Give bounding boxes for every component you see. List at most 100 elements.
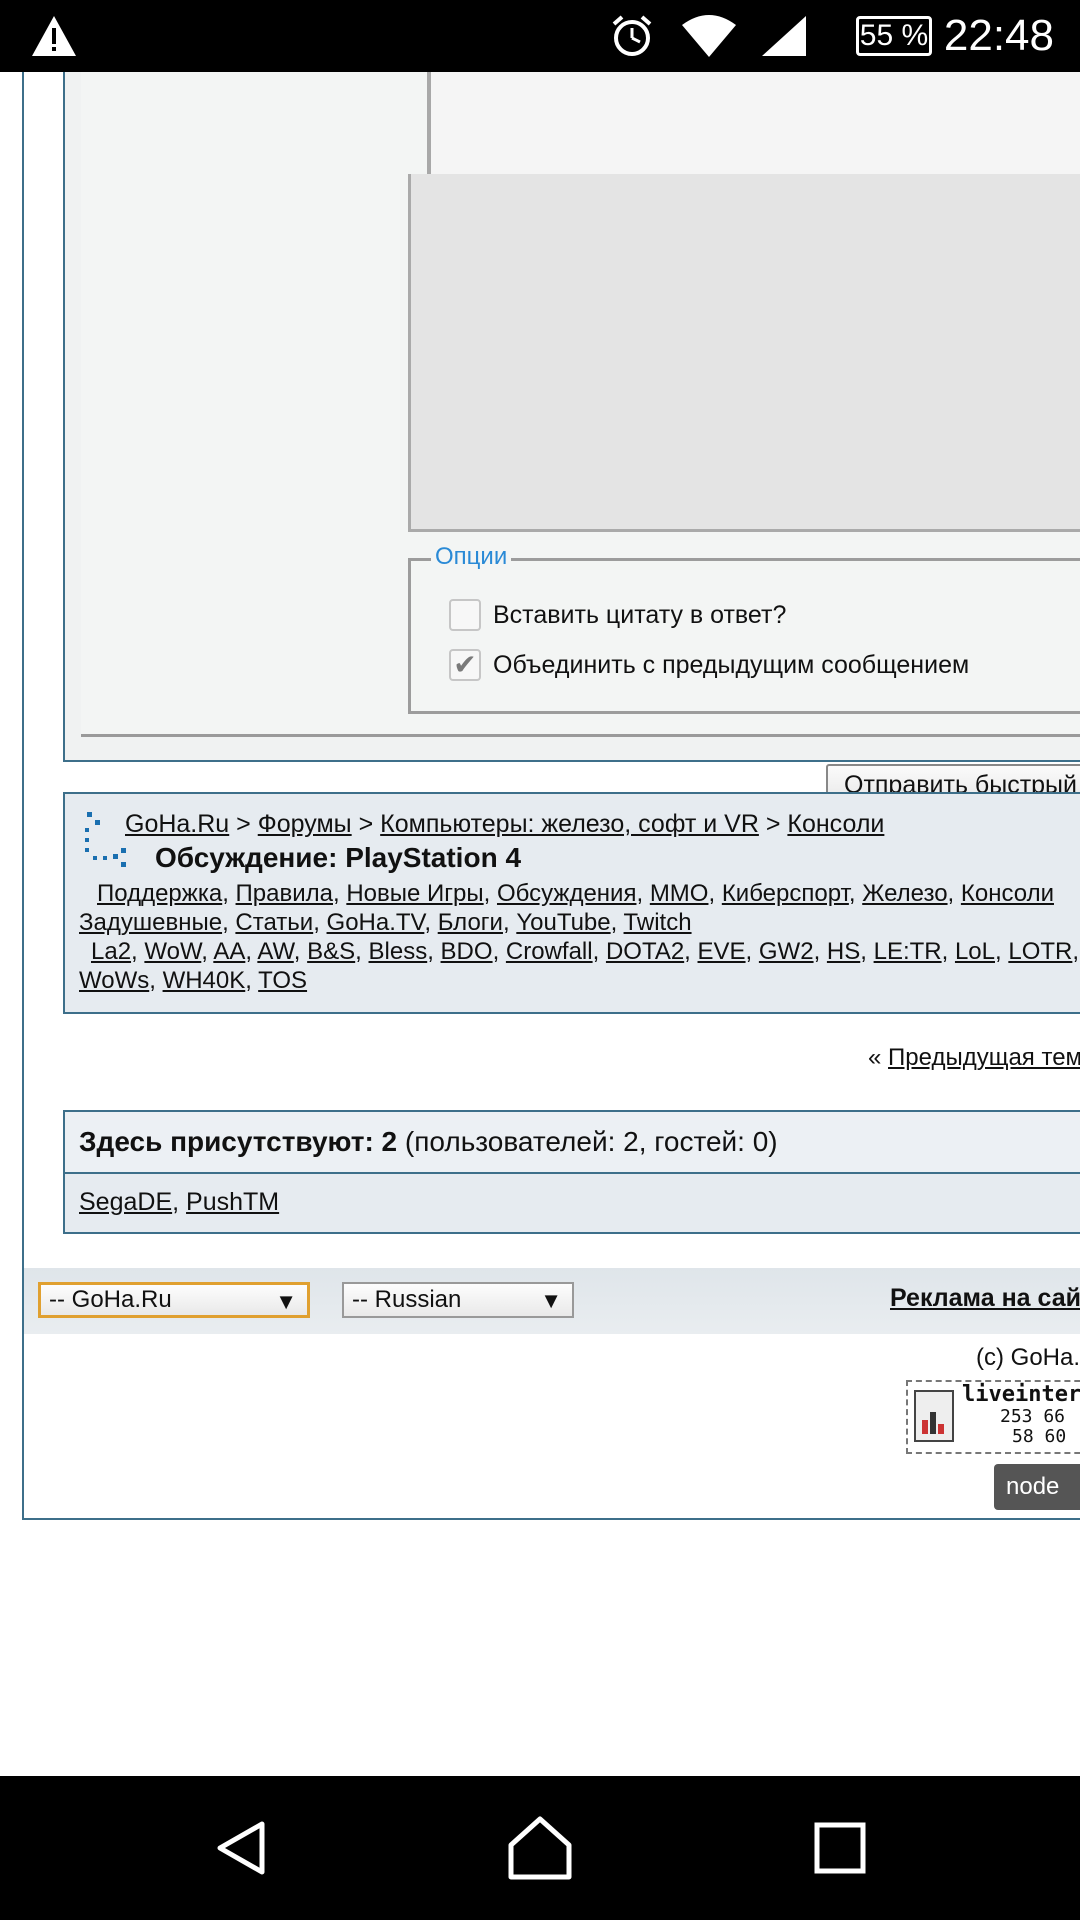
breadcrumb-link[interactable]: Компьютеры: железо, софт и VR [380,810,759,838]
recents-button[interactable] [770,1776,910,1920]
battery-level: 55 % [859,19,929,52]
nav-links-row: Поддержка, Правила, Новые Игры, Обсужден… [97,880,1054,907]
nav-link[interactable]: Правила [236,880,333,907]
nav-link[interactable]: DOTA2 [606,938,684,965]
nav-link[interactable]: HS [827,938,860,965]
online-count: Здесь присутствуют: 2 [79,1126,398,1157]
options-fieldset: Опции Вставить цитату в ответ? ✔ Объедин… [408,543,1080,714]
editor-toolbar-area [427,72,1080,178]
check-icon: ✔ [453,649,477,680]
option-merge-row[interactable]: ✔ Объединить с предыдущим сообщением [449,649,969,681]
breadcrumb-separator: > [765,810,781,838]
breadcrumb-separator: > [358,810,374,838]
breadcrumb-link[interactable]: GoHa.Ru [125,810,229,838]
prev-arrow: « [868,1044,882,1071]
whos-online-header: Здесь присутствуют: 2 (пользователей: 2,… [65,1112,1080,1174]
nav-link[interactable]: YouTube [516,909,610,936]
forum-navbar: GoHa.Ru > Форумы > Компьютеры: железо, с… [63,792,1080,1014]
copyright: (c) GoHa.Ru [976,1344,1080,1371]
nav-link[interactable]: LoL [955,938,995,965]
nav-link[interactable]: LE:TR [874,938,942,965]
counter-brand: liveinternet [962,1382,1080,1407]
home-icon [508,1816,572,1880]
nav-link[interactable]: WoWs [79,967,149,994]
nav-link[interactable]: Консоли [961,880,1054,907]
dropdown-arrow-icon: ▼ [540,1288,562,1313]
quote-checkbox[interactable] [449,599,481,631]
nav-link[interactable]: GoHa.TV [327,909,425,936]
breadcrumb-separator: > [236,810,251,838]
node-badge: node [994,1464,1080,1510]
nav-link[interactable]: Новые Игры [346,880,483,907]
options-legend: Опции [431,543,512,571]
nav-link[interactable]: EVE [698,938,746,965]
nav-link[interactable]: AA [213,938,245,965]
dropdown-arrow-icon: ▼ [275,1289,297,1314]
nav-link[interactable]: MMO [650,880,709,907]
battery-icon: 55 % [856,0,932,72]
nav-link[interactable]: Bless [369,938,428,965]
nav-link[interactable]: GW2 [759,938,814,965]
nav-link[interactable]: BDO [441,938,493,965]
nav-links-row: WoWs, WH40K, TOS [79,967,308,994]
quote-label[interactable]: Вставить цитату в ответ? [493,601,786,630]
style-select[interactable]: -- GoHa.Ru ▼ [38,1282,310,1318]
liveinternet-counter[interactable]: liveinternet 253 66 58 60 [906,1380,1080,1454]
counter-value: 253 66 [1000,1406,1066,1427]
nav-link[interactable]: TOS [258,967,307,994]
back-icon [217,1821,265,1875]
nav-link[interactable]: La2 [91,938,131,965]
warning-icon [30,0,78,72]
web-page[interactable]: Опции Вставить цитату в ответ? ✔ Объедин… [0,72,1080,1776]
quick-reply-box: Опции Вставить цитату в ответ? ✔ Объедин… [63,72,1080,806]
quick-reply-inner: Опции Вставить цитату в ответ? ✔ Объедин… [81,72,1080,737]
nav-links-row: La2, WoW, AA, AW, B&S, Bless, BDO, Crowf… [91,938,1080,965]
option-quote-row[interactable]: Вставить цитату в ответ? [449,599,786,631]
prev-thread-link[interactable]: Предыдущая тема [888,1044,1080,1071]
nav-link[interactable]: Crowfall [506,938,593,965]
nav-link[interactable]: WH40K [163,967,246,994]
counter-chart-icon [914,1390,954,1442]
breadcrumb-link[interactable]: Консоли [787,810,884,838]
merge-label[interactable]: Объединить с предыдущим сообщением [493,651,969,680]
home-button[interactable] [470,1776,610,1920]
system-nav-bar [0,1776,1080,1920]
nav-link[interactable]: Статьи [235,909,313,936]
recents-icon [814,1822,866,1874]
nav-link[interactable]: Киберспорт [722,880,849,907]
nav-link[interactable]: Железо [862,880,947,907]
online-user-link[interactable]: PushTM [186,1188,279,1216]
advertising-link[interactable]: Реклама на сайте [890,1284,1080,1313]
breadcrumb-link[interactable]: Форумы [258,810,352,838]
online-user-list: SegaDE, PushTM [79,1188,280,1216]
counter-value: 58 60 [1012,1426,1067,1447]
signal-icon [760,0,808,72]
nav-link[interactable]: Twitch [624,909,692,936]
style-select-value: -- GoHa.Ru [49,1286,172,1313]
back-button[interactable] [172,1776,312,1920]
online-detail: (пользователей: 2, гостей: 0) [404,1126,778,1157]
message-editor[interactable] [408,174,1080,532]
nav-link[interactable]: Поддержка [97,880,222,907]
prev-thread-nav: « Предыдущая тема [868,1044,1080,1072]
nav-link[interactable]: WoW [144,938,201,965]
clock: 22:48 [943,11,1054,60]
status-bar: 55 % 22:48 [0,0,1080,72]
nav-links-row: Задушевные, Статьи, GoHa.TV, Блоги, YouT… [79,909,692,936]
thread-title: Обсуждение: PlayStation 4 [155,842,522,873]
nav-link[interactable]: LOTR [1008,938,1072,965]
language-select-value: -- Russian [352,1286,462,1313]
nav-link[interactable]: B&S [307,938,355,965]
alarm-icon [610,0,654,72]
footer-bar: -- GoHa.Ru ▼ -- Russian ▼ Реклама на сай… [24,1268,1080,1334]
wifi-icon [680,0,738,72]
whos-online-box: Здесь присутствуют: 2 (пользователей: 2,… [63,1110,1080,1234]
merge-checkbox[interactable]: ✔ [449,649,481,681]
nav-link[interactable]: Обсуждения [497,880,636,907]
nav-link[interactable]: AW [257,938,293,965]
online-user-link[interactable]: SegaDE [79,1188,172,1216]
breadcrumb: GoHa.Ru > Форумы > Компьютеры: железо, с… [125,810,884,839]
nav-link[interactable]: Задушевные [79,909,222,936]
nav-link[interactable]: Блоги [438,909,503,936]
language-select[interactable]: -- Russian ▼ [342,1282,574,1318]
